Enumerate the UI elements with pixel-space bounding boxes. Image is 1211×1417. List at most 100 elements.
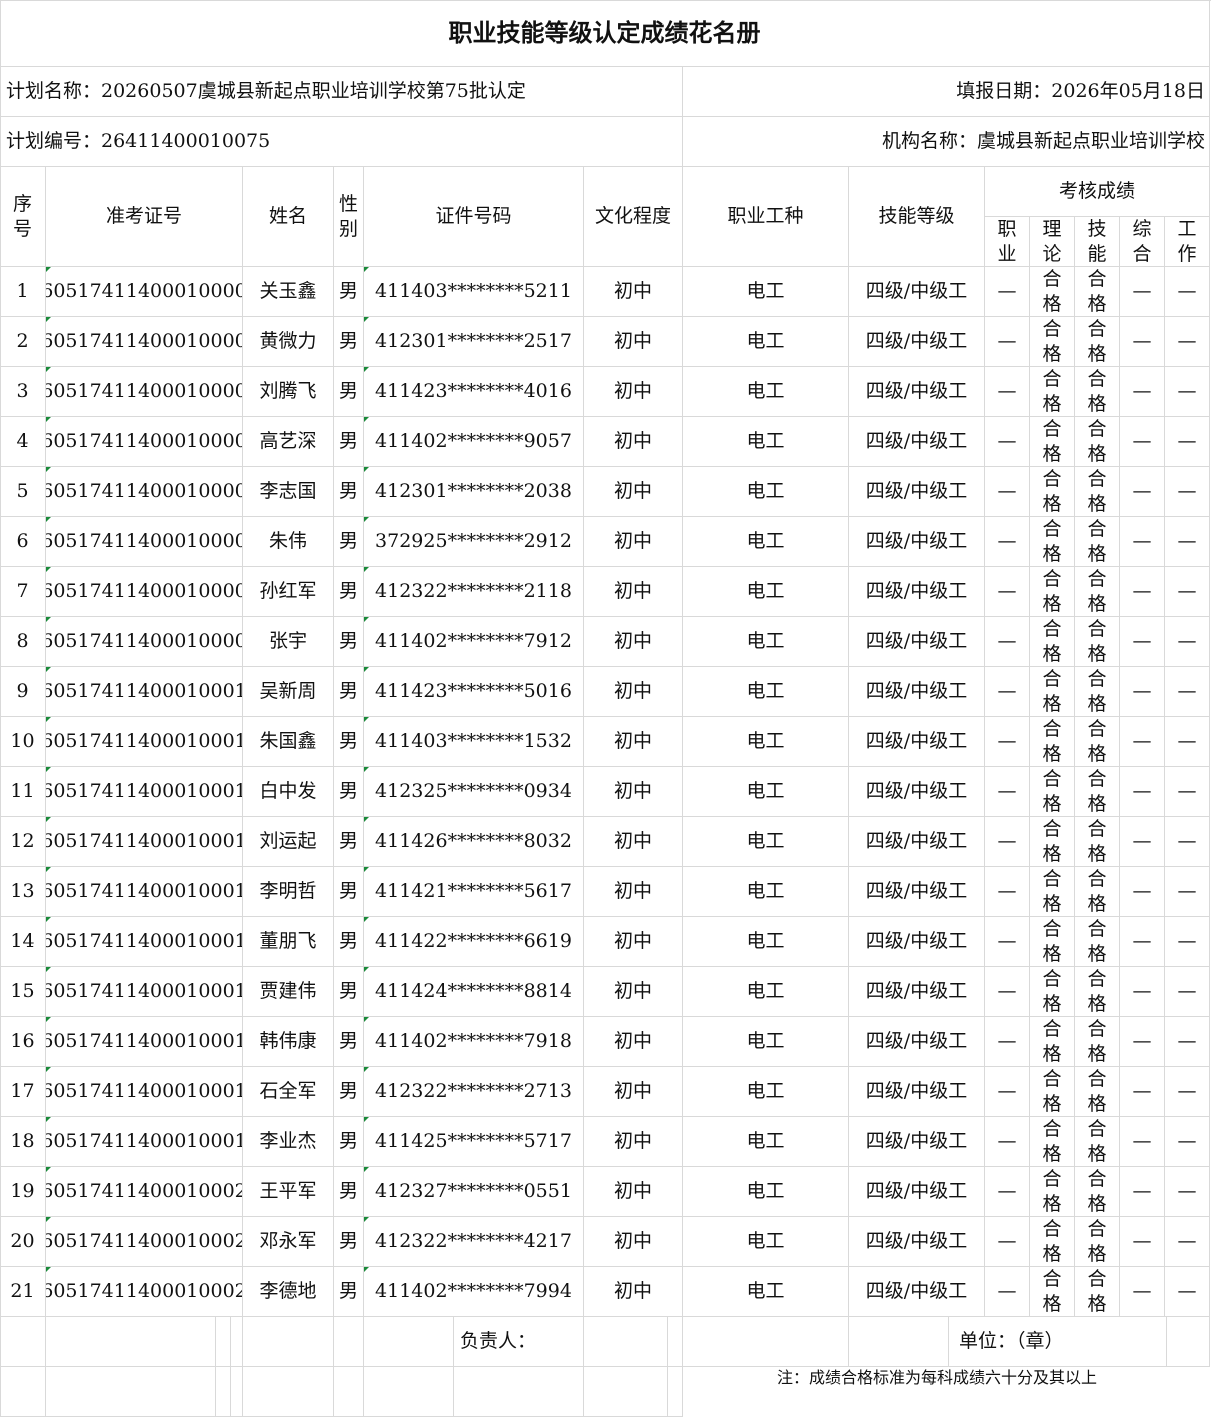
cell-id-no: 411402********7912 [364,617,584,667]
cell-id-no: 411403********5211 [364,267,584,317]
footer-cell [334,1317,364,1367]
cell-exam-no: 2605174114000100014 [46,867,243,917]
cell-score-work: — [1165,1017,1210,1067]
cell-skill-level: 四级/中级工 [849,1217,985,1267]
cell-score-occupation: — [985,1267,1030,1317]
cell-exam-no: 2605174114000100021 [46,1217,243,1267]
cell-exam-no: 2605174114000100011 [46,717,243,767]
cell-name: 石全军 [243,1067,334,1117]
cell-id-no: 412325********0934 [364,767,584,817]
cell-occupation: 电工 [683,1067,849,1117]
cell-seq: 11 [0,767,46,817]
cell-skill-level: 四级/中级工 [849,817,985,867]
cell-gender: 男 [334,367,364,417]
cell-occupation: 电工 [683,567,849,617]
cell-education: 初中 [584,667,683,717]
score-roster-sheet: 职业技能等级认定成绩花名册 计划名称：20260507虞城县新起点职业培训学校第… [0,0,1210,1417]
cell-gender: 男 [334,917,364,967]
cell-id-no: 411403********1532 [364,717,584,767]
cell-score-comprehensive: — [1120,817,1165,867]
cell-exam-no: 2605174114000100004 [46,367,243,417]
cell-score-comprehensive: — [1120,317,1165,367]
cell-exam-no: 2605174114000100002 [46,267,243,317]
cell-seq: 21 [0,1267,46,1317]
cell-name: 吴新周 [243,667,334,717]
cell-seq: 10 [0,717,46,767]
cell-score-theory: 合格 [1030,567,1075,617]
cell-exam-no: 2605174114000100019 [46,1117,243,1167]
cell-gender: 男 [334,267,364,317]
cell-skill-level: 四级/中级工 [849,317,985,367]
footer-cell [243,1367,334,1417]
cell-education: 初中 [584,1117,683,1167]
subheader-comprehensive: 综合 [1120,217,1165,267]
cell-score-occupation: — [985,517,1030,567]
unit-seal-label: 单位：（章） [949,1317,1167,1367]
cell-exam-no: 2605174114000100007 [46,517,243,567]
cell-score-theory: 合格 [1030,517,1075,567]
report-date: 填报日期：2026年05月18日 [683,67,1210,117]
cell-education: 初中 [584,1167,683,1217]
cell-score-theory: 合格 [1030,617,1075,667]
cell-score-theory: 合格 [1030,667,1075,717]
cell-occupation: 电工 [683,1017,849,1067]
cell-name: 李志国 [243,467,334,517]
plan-name: 计划名称：20260507虞城县新起点职业培训学校第75批认定 [0,67,683,117]
cell-score-comprehensive: — [1120,867,1165,917]
cell-name: 李业杰 [243,1117,334,1167]
cell-seq: 20 [0,1217,46,1267]
cell-score-occupation: — [985,717,1030,767]
cell-exam-no: 2605174114000100022 [46,1267,243,1317]
cell-education: 初中 [584,967,683,1017]
cell-education: 初中 [584,1067,683,1117]
cell-seq: 6 [0,517,46,567]
cell-score-skill: 合格 [1075,817,1120,867]
cell-seq: 9 [0,667,46,717]
cell-id-no: 412322********2713 [364,1067,584,1117]
cell-score-comprehensive: — [1120,1167,1165,1217]
cell-score-skill: 合格 [1075,667,1120,717]
cell-seq: 12 [0,817,46,867]
cell-score-work: — [1165,867,1210,917]
cell-occupation: 电工 [683,367,849,417]
cell-name: 贾建伟 [243,967,334,1017]
cell-education: 初中 [584,917,683,967]
subheader-work: 工作 [1165,217,1210,267]
cell-score-theory: 合格 [1030,1217,1075,1267]
cell-id-no: 411426********8032 [364,817,584,867]
cell-score-theory: 合格 [1030,1117,1075,1167]
cell-score-work: — [1165,617,1210,667]
subheader-skill: 技能 [1075,217,1120,267]
cell-id-no: 412322********2118 [364,567,584,617]
cell-score-occupation: — [985,467,1030,517]
cell-score-theory: 合格 [1030,867,1075,917]
cell-gender: 男 [334,1167,364,1217]
cell-occupation: 电工 [683,1267,849,1317]
cell-score-work: — [1165,517,1210,567]
cell-id-no: 411422********6619 [364,917,584,967]
footer-note: 注：成绩合格标准为每科成绩六十分及其以上 [777,1368,1098,1388]
cell-score-work: — [1165,917,1210,967]
cell-education: 初中 [584,817,683,867]
cell-occupation: 电工 [683,817,849,867]
cell-gender: 男 [334,817,364,867]
header-id-no: 证件号码 [364,167,584,267]
cell-name: 朱伟 [243,517,334,567]
cell-id-no: 411423********4016 [364,367,584,417]
cell-occupation: 电工 [683,617,849,667]
cell-score-occupation: — [985,1217,1030,1267]
cell-id-no: 411402********7994 [364,1267,584,1317]
plan-number: 计划编号：26411400010075 [0,117,683,167]
footer-cell [334,1367,364,1417]
cell-gender: 男 [334,1017,364,1067]
cell-name: 邓永军 [243,1217,334,1267]
footer-cell [683,1317,849,1367]
cell-gender: 男 [334,417,364,467]
cell-seq: 15 [0,967,46,1017]
cell-occupation: 电工 [683,417,849,467]
cell-seq: 4 [0,417,46,467]
cell-seq: 16 [0,1017,46,1067]
cell-exam-no: 2605174114000100012 [46,767,243,817]
cell-name: 关玉鑫 [243,267,334,317]
footer-cell [584,1317,668,1367]
